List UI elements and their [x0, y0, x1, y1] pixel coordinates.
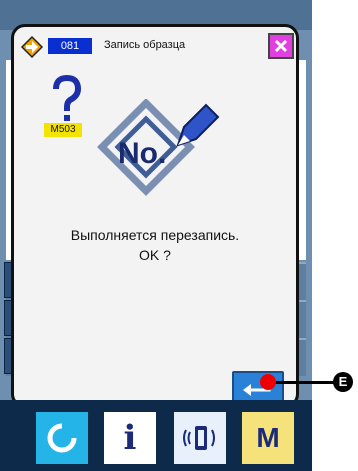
- arrow-right-icon: [20, 35, 44, 59]
- information-button[interactable]: i: [104, 412, 156, 464]
- communication-icon: [183, 426, 215, 450]
- program-number: 081: [48, 38, 92, 54]
- message-code: M503: [44, 123, 82, 137]
- callout-dot: [260, 374, 276, 390]
- information-icon: i: [123, 418, 137, 458]
- message-line: OK ?: [139, 247, 171, 263]
- question-icon: [53, 75, 82, 121]
- mode-icon: M: [256, 422, 280, 453]
- svg-text:No.: No.: [118, 137, 166, 170]
- dialog-title: Запись образца: [104, 39, 186, 51]
- close-icon: [274, 39, 288, 53]
- mode-button[interactable]: M: [242, 412, 294, 464]
- dialog-message: Выполняется перезапись. OK ?: [24, 225, 286, 265]
- callout-line: [270, 381, 334, 384]
- communication-button[interactable]: [174, 412, 226, 464]
- close-button[interactable]: [268, 33, 294, 59]
- dialog-title-bar: 081 Запись образца: [20, 33, 294, 63]
- overwrite-confirm-dialog: 081 Запись образца M503 No. Выполняется …: [11, 24, 299, 408]
- enter-button[interactable]: [232, 371, 284, 403]
- message-line: Выполняется перезапись.: [70, 227, 240, 243]
- reset-button[interactable]: [36, 412, 88, 464]
- callout-marker: E: [333, 372, 353, 392]
- number-pencil-icon: No.: [97, 99, 220, 196]
- bottom-button-bar: i M: [0, 400, 312, 471]
- reset-icon: [47, 423, 77, 453]
